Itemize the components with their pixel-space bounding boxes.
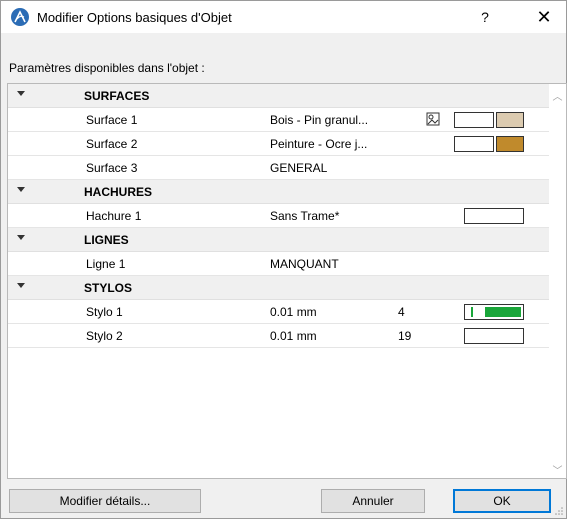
pen-number[interactable]: 4	[398, 305, 405, 319]
scroll-down-icon[interactable]: ﹀	[552, 462, 563, 477]
param-value[interactable]: GENERAL	[270, 161, 327, 175]
surface-color-swatch[interactable]	[454, 112, 494, 128]
hatch-preview-swatch[interactable]	[464, 208, 524, 224]
param-name: Stylo 1	[86, 305, 123, 319]
pen-color-swatch[interactable]	[464, 304, 524, 320]
group-label: LIGNES	[84, 233, 129, 247]
group-lignes[interactable]: LIGNES	[8, 228, 549, 252]
surface-texture-swatch[interactable]	[496, 112, 524, 128]
modify-details-button[interactable]: Modifier détails...	[9, 489, 201, 513]
texture-picker-icon[interactable]	[426, 112, 440, 126]
param-value[interactable]: Peinture - Ocre j...	[270, 137, 367, 151]
surface-color-swatch[interactable]	[454, 136, 494, 152]
list-item-surface-1[interactable]: Surface 1 Bois - Pin granul...	[8, 108, 549, 132]
pen-number[interactable]: 19	[398, 329, 411, 343]
close-button[interactable]: ✕	[521, 1, 567, 33]
param-name: Ligne 1	[86, 257, 126, 271]
param-name: Surface 1	[86, 113, 138, 127]
list-item-stylo-2[interactable]: Stylo 2 0.01 mm 19	[8, 324, 549, 348]
collapse-caret-icon[interactable]	[17, 235, 25, 240]
scroll-up-icon[interactable]: ︿	[552, 88, 563, 103]
param-name: Surface 2	[86, 137, 138, 151]
list-item-surface-3[interactable]: Surface 3 GENERAL	[8, 156, 549, 180]
cancel-button[interactable]: Annuler	[321, 489, 425, 513]
list-item-ligne-1[interactable]: Ligne 1 MANQUANT	[8, 252, 549, 276]
param-name: Surface 3	[86, 161, 138, 175]
parameters-list[interactable]: SURFACES Surface 1 Bois - Pin granul... …	[7, 83, 567, 479]
parameters-label: Paramètres disponibles dans l'objet :	[9, 61, 205, 75]
group-label: STYLOS	[84, 281, 133, 295]
surface-texture-swatch[interactable]	[496, 136, 524, 152]
collapse-caret-icon[interactable]	[17, 283, 25, 288]
dialog: Modifier Options basiques d'Objet ? ✕ Pa…	[0, 0, 567, 519]
pen-color-fill	[485, 307, 521, 317]
param-name: Stylo 2	[86, 329, 123, 343]
group-stylos[interactable]: STYLOS	[8, 276, 549, 300]
archicad-app-icon	[11, 8, 29, 26]
pen-color-swatch[interactable]	[464, 328, 524, 344]
title-bar: Modifier Options basiques d'Objet ? ✕	[1, 1, 566, 33]
collapse-caret-icon[interactable]	[17, 91, 25, 96]
list-item-stylo-1[interactable]: Stylo 1 0.01 mm 4	[8, 300, 549, 324]
help-button[interactable]: ?	[465, 1, 505, 33]
param-value[interactable]: Sans Trame*	[270, 209, 339, 223]
vertical-scrollbar[interactable]: ︿ ﹀	[549, 84, 566, 478]
param-value[interactable]: Bois - Pin granul...	[270, 113, 368, 127]
param-value[interactable]: MANQUANT	[270, 257, 339, 271]
param-value[interactable]: 0.01 mm	[270, 305, 317, 319]
param-value[interactable]: 0.01 mm	[270, 329, 317, 343]
window-title: Modifier Options basiques d'Objet	[37, 9, 232, 25]
group-label: HACHURES	[84, 185, 153, 199]
param-name: Hachure 1	[86, 209, 142, 223]
collapse-caret-icon[interactable]	[17, 187, 25, 192]
list-item-surface-2[interactable]: Surface 2 Peinture - Ocre j...	[8, 132, 549, 156]
pen-marker-icon	[471, 307, 473, 317]
resize-grip-icon[interactable]	[554, 506, 564, 516]
group-hachures[interactable]: HACHURES	[8, 180, 549, 204]
group-surfaces[interactable]: SURFACES	[8, 84, 549, 108]
list-item-hachure-1[interactable]: Hachure 1 Sans Trame*	[8, 204, 549, 228]
group-label: SURFACES	[84, 89, 150, 103]
ok-button[interactable]: OK	[453, 489, 551, 513]
